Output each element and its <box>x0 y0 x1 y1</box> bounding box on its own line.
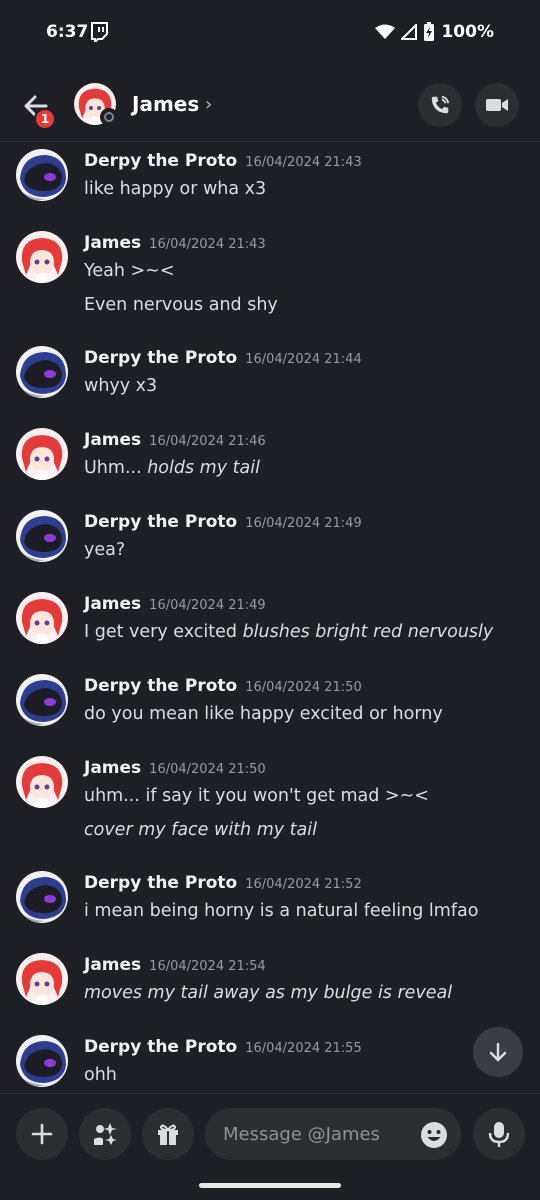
message-list[interactable]: Derpy the Proto 16/04/2024 21:43 like hap… <box>0 143 540 1093</box>
avatar[interactable] <box>16 510 68 562</box>
message-text: yea? <box>84 540 126 560</box>
gift-button[interactable] <box>142 1108 194 1160</box>
message-text: i mean being horny is a natural feeling … <box>84 901 479 921</box>
proto-avatar-image <box>16 1035 68 1087</box>
gift-icon <box>158 1124 178 1145</box>
message-text: cover my face with my tail <box>84 820 317 840</box>
add-attachment-button[interactable] <box>16 1108 68 1160</box>
video-camera-icon <box>486 99 508 111</box>
avatar[interactable] <box>16 756 68 808</box>
message-author: James 16/04/2024 21:54 <box>84 955 266 975</box>
james-avatar-image <box>16 953 68 1005</box>
status-time: 6:37 <box>46 22 89 42</box>
avatar[interactable] <box>16 346 68 398</box>
message-text: like happy or wha x3 <box>84 179 267 199</box>
message-timestamp: 16/04/2024 21:49 <box>245 516 362 531</box>
avatar[interactable] <box>16 231 68 283</box>
message-author: James 16/04/2024 21:50 <box>84 758 266 778</box>
message-author: Derpy the Proto 16/04/2024 21:55 <box>84 1037 362 1057</box>
video-call-button[interactable] <box>475 83 519 127</box>
message-timestamp: 16/04/2024 21:44 <box>245 352 362 367</box>
avatar[interactable] <box>16 149 68 201</box>
message-timestamp: 16/04/2024 21:43 <box>149 237 266 252</box>
microphone-icon <box>488 1122 510 1147</box>
message-author: Derpy the Proto 16/04/2024 21:52 <box>84 873 362 893</box>
message-timestamp: 16/04/2024 21:55 <box>245 1041 362 1056</box>
battery-icon <box>424 22 435 41</box>
apps-button[interactable] <box>79 1108 131 1160</box>
message-author: Derpy the Proto 16/04/2024 21:44 <box>84 348 362 368</box>
proto-avatar-image <box>16 346 68 398</box>
message-timestamp: 16/04/2024 21:52 <box>245 877 362 892</box>
message-timestamp: 16/04/2024 21:43 <box>245 155 362 170</box>
battery-percent: 100% <box>441 22 494 42</box>
message-timestamp: 16/04/2024 21:46 <box>149 434 266 449</box>
apps-sparkle-icon <box>94 1123 117 1145</box>
proto-avatar-image <box>16 149 68 201</box>
phone-call-icon <box>431 95 450 114</box>
james-avatar-image <box>16 592 68 644</box>
james-avatar-image <box>16 231 68 283</box>
home-indicator[interactable] <box>199 1183 341 1188</box>
message-timestamp: 16/04/2024 21:50 <box>245 680 362 695</box>
message-author: James 16/04/2024 21:43 <box>84 233 266 253</box>
message-text: I get very excited blushes bright red ne… <box>84 622 494 642</box>
message-text: Uhm... holds my tail <box>84 458 260 478</box>
proto-avatar-image <box>16 510 68 562</box>
jump-to-bottom-button[interactable] <box>473 1027 523 1077</box>
avatar[interactable] <box>16 871 68 923</box>
voice-call-button[interactable] <box>418 83 462 127</box>
message-text: Even nervous and shy <box>84 295 278 315</box>
proto-avatar-image <box>16 674 68 726</box>
message-text: ohh <box>84 1065 117 1085</box>
voice-message-button[interactable] <box>473 1108 525 1160</box>
message-text: do you mean like happy excited or horny <box>84 704 443 724</box>
proto-avatar-image <box>16 871 68 923</box>
message-text: whyy x3 <box>84 376 158 396</box>
message-author: Derpy the Proto 16/04/2024 21:49 <box>84 512 362 532</box>
status-icons: 100% <box>375 22 494 42</box>
status-bar: 6:37 100% <box>0 0 540 66</box>
avatar[interactable] <box>16 953 68 1005</box>
arrow-down-icon <box>489 1042 507 1062</box>
message-text: Yeah >~< <box>84 261 175 281</box>
avatar[interactable] <box>16 674 68 726</box>
dm-recipient-name[interactable]: James <box>132 92 199 116</box>
status-indicator <box>100 108 118 126</box>
signal-icon <box>401 24 418 40</box>
avatar[interactable] <box>16 592 68 644</box>
message-text: uhm... if say it you won't get mad >~< <box>84 786 429 806</box>
twitch-icon <box>91 22 108 42</box>
message-text: moves my tail away as my bulge is reveal <box>84 983 453 1003</box>
avatar[interactable] <box>16 1035 68 1087</box>
plus-icon <box>31 1123 53 1145</box>
message-author: James 16/04/2024 21:49 <box>84 594 266 614</box>
dm-header: 1 James › <box>0 66 540 142</box>
avatar[interactable] <box>16 428 68 480</box>
james-avatar-image <box>16 428 68 480</box>
message-author: Derpy the Proto 16/04/2024 21:50 <box>84 676 362 696</box>
message-author: Derpy the Proto 16/04/2024 21:43 <box>84 151 362 171</box>
emoji-icon <box>421 1122 447 1148</box>
emoji-button[interactable] <box>419 1120 449 1150</box>
wifi-icon <box>375 24 396 39</box>
james-avatar-image <box>16 756 68 808</box>
message-author: James 16/04/2024 21:46 <box>84 430 266 450</box>
chevron-right-icon[interactable]: › <box>205 94 212 115</box>
message-timestamp: 16/04/2024 21:50 <box>149 762 266 777</box>
unread-badge: 1 <box>34 108 56 130</box>
message-timestamp: 16/04/2024 21:49 <box>149 598 266 613</box>
message-timestamp: 16/04/2024 21:54 <box>149 959 266 974</box>
